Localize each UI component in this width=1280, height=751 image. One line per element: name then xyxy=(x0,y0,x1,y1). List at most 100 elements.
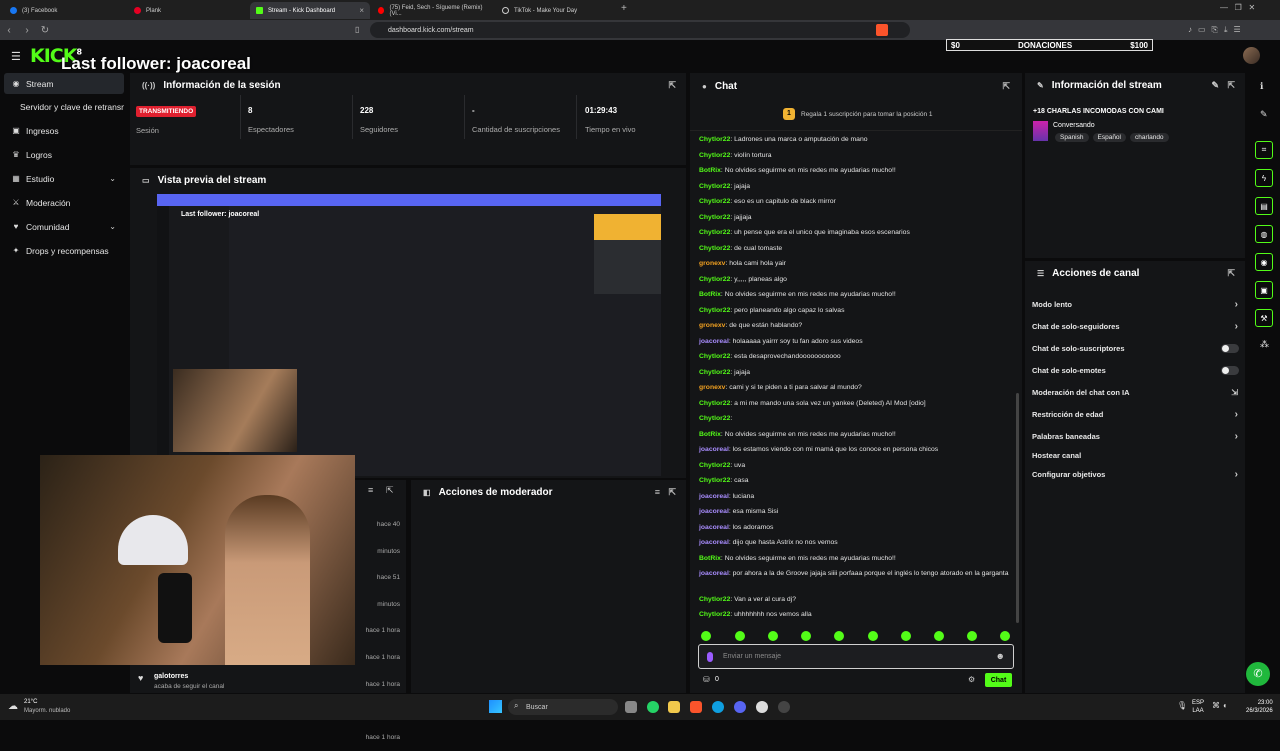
tab-youtube[interactable]: (75) Feid, Sech - Sígueme (Remix) (Vi... xyxy=(372,2,494,19)
message-icon[interactable]: ◍ xyxy=(1255,225,1273,243)
brave-shield-icon[interactable] xyxy=(876,24,888,36)
bolt-icon[interactable]: ϟ xyxy=(1255,169,1273,187)
activity-user[interactable]: galotorres xyxy=(154,673,188,680)
reload-icon[interactable]: ↻ xyxy=(36,25,54,36)
emotes-only-toggle[interactable] xyxy=(1221,365,1239,375)
sidebar-item-estudio[interactable]: ▦ Estudio ⌄ xyxy=(4,168,124,189)
sidebar-item-ingresos[interactable]: ▣ Ingresos xyxy=(4,120,124,141)
emote-icon[interactable] xyxy=(701,631,711,641)
chat-username[interactable]: Chytlor22 xyxy=(699,477,730,484)
chat-username[interactable]: BotRix xyxy=(699,555,721,562)
info-icon[interactable]: ℹ xyxy=(1260,81,1263,92)
chat-username[interactable]: gronexv xyxy=(699,260,725,267)
broadcast-icon[interactable]: ◉ xyxy=(1255,253,1273,271)
url-field[interactable]: dashboard.kick.com/stream xyxy=(370,22,910,38)
chat-username[interactable]: Chytlor22 xyxy=(699,596,730,603)
taskbar-search[interactable]: ⌕ Buscar xyxy=(508,699,618,715)
chat-input[interactable]: Enviar un mensaje ☻ xyxy=(698,644,1014,669)
chat-username[interactable]: Chytlor22 xyxy=(699,229,730,236)
emote-icon[interactable] xyxy=(934,631,944,641)
chat-username[interactable]: Chytlor22 xyxy=(699,415,730,422)
chat-username[interactable]: gronexv xyxy=(699,322,725,329)
app-icon[interactable] xyxy=(778,701,790,713)
action-followers-only[interactable]: Chat de solo-seguidores › xyxy=(1032,317,1242,335)
chat-username[interactable]: BotRix xyxy=(699,167,721,174)
stream-preview-video[interactable]: Last follower: joacoreal xyxy=(157,194,661,476)
tab-tiktok[interactable]: TikTok - Make Your Day xyxy=(496,2,618,19)
sidebar-item-drops[interactable]: ✦ Drops y recompensas xyxy=(4,240,124,261)
chat-username[interactable]: Chytlor22 xyxy=(699,152,730,159)
emote-icon[interactable] xyxy=(901,631,911,641)
sidebar-item-moderacion[interactable]: ⚔ Moderación xyxy=(4,192,124,213)
chat-username[interactable]: BotRix xyxy=(699,291,721,298)
chat-username[interactable]: Chytlor22 xyxy=(699,611,730,618)
chat-username[interactable]: Chytlor22 xyxy=(699,369,730,376)
popout-icon[interactable]: ⇱ xyxy=(1227,268,1235,279)
emote-icon[interactable] xyxy=(868,631,878,641)
emoji-icon[interactable]: ☻ xyxy=(996,651,1005,661)
tag[interactable]: Español xyxy=(1092,133,1126,142)
sidebar-item-stream[interactable]: ◉ Stream xyxy=(4,73,124,94)
action-subscribers-only[interactable]: Chat de solo-suscriptores xyxy=(1032,339,1242,357)
chat-username[interactable]: BotRix xyxy=(699,431,721,438)
whatsapp-icon[interactable]: ✆ xyxy=(1246,662,1270,686)
sidebar-item-server-key[interactable]: Servidor y clave de retransmisión xyxy=(4,96,124,117)
tag[interactable]: charlando xyxy=(1130,133,1169,142)
sidebar-item-comunidad[interactable]: ♥ Comunidad ⌄ xyxy=(4,216,124,237)
action-age-restriction[interactable]: Restricción de edad › xyxy=(1032,405,1242,423)
back-icon[interactable]: ‹ xyxy=(0,25,18,36)
brave-icon[interactable] xyxy=(690,701,702,713)
chat-scrollbar[interactable] xyxy=(1016,393,1019,623)
chat-username[interactable]: Chytlor22 xyxy=(699,400,730,407)
close-tab-icon[interactable]: × xyxy=(359,6,364,15)
doc-icon[interactable]: ▣ xyxy=(1255,281,1273,299)
chat-username[interactable]: joacoreal xyxy=(699,508,729,515)
edit-icon[interactable]: ✎ xyxy=(1260,109,1268,120)
popout-icon[interactable]: ⇱ xyxy=(668,487,676,498)
chat-username[interactable]: Chytlor22 xyxy=(699,276,730,283)
forward-icon[interactable]: › xyxy=(18,25,36,36)
obs-icon[interactable] xyxy=(756,701,768,713)
popout-icon[interactable]: ⇱ xyxy=(1002,81,1010,92)
emote-icon[interactable] xyxy=(1000,631,1010,641)
action-goals[interactable]: Configurar objetivos › xyxy=(1032,465,1242,483)
new-tab-button[interactable]: + xyxy=(621,3,627,14)
tab-plank[interactable]: Plank xyxy=(128,2,250,19)
chat-username[interactable]: Chytlor22 xyxy=(699,198,730,205)
filter-icon[interactable]: ≡ xyxy=(368,485,373,495)
bookmark-icon[interactable]: ▯ xyxy=(355,25,359,34)
popout-icon[interactable]: ⇱ xyxy=(668,80,676,91)
edge-icon[interactable] xyxy=(712,701,724,713)
task-view-icon[interactable] xyxy=(625,701,637,713)
chat-username[interactable]: joacoreal xyxy=(699,539,729,546)
whatsapp-app-icon[interactable] xyxy=(647,701,659,713)
system-tray-icons[interactable]: ⌘ ◖ xyxy=(1212,701,1227,710)
chat-settings-icon[interactable]: ⚙ xyxy=(968,675,975,684)
sidebar-item-logros[interactable]: ♛ Logros xyxy=(4,144,124,165)
chat-send-button[interactable]: Chat xyxy=(985,673,1012,687)
popout-icon[interactable]: ⇱ xyxy=(1227,80,1235,91)
action-host-channel[interactable]: Hostear canal xyxy=(1032,446,1242,464)
subscribers-only-toggle[interactable] xyxy=(1221,343,1239,353)
emote-icon[interactable] xyxy=(967,631,977,641)
chat-username[interactable]: joacoreal xyxy=(699,338,729,345)
chat-username[interactable]: Chytlor22 xyxy=(699,245,730,252)
discord-icon[interactable] xyxy=(734,701,746,713)
chat-username[interactable]: Chytlor22 xyxy=(699,214,730,221)
chat-username[interactable]: Chytlor22 xyxy=(699,136,730,143)
emote-icon[interactable] xyxy=(834,631,844,641)
nodes-icon[interactable]: ⁂ xyxy=(1260,339,1269,350)
user-avatar[interactable] xyxy=(1243,47,1260,64)
action-emotes-only[interactable]: Chat de solo-emotes xyxy=(1032,361,1242,379)
tag[interactable]: Spanish xyxy=(1055,133,1089,142)
action-ai-moderation[interactable]: Moderación del chat con IA ⇲ xyxy=(1032,383,1242,401)
wrench-icon[interactable]: ⚒ xyxy=(1255,309,1273,327)
chat-username[interactable]: joacoreal xyxy=(699,446,729,453)
menu-icon[interactable]: ☰ xyxy=(11,50,21,63)
emote-icon[interactable] xyxy=(768,631,778,641)
chat-promo[interactable]: Regala 1 suscripción para tomar la posic… xyxy=(801,111,933,118)
popout-icon[interactable]: ⇱ xyxy=(386,485,394,496)
chat-username[interactable]: Chytlor22 xyxy=(699,462,730,469)
window-controls[interactable]: — ❐ ✕ xyxy=(1220,3,1255,12)
chat-username[interactable]: Chytlor22 xyxy=(699,353,730,360)
